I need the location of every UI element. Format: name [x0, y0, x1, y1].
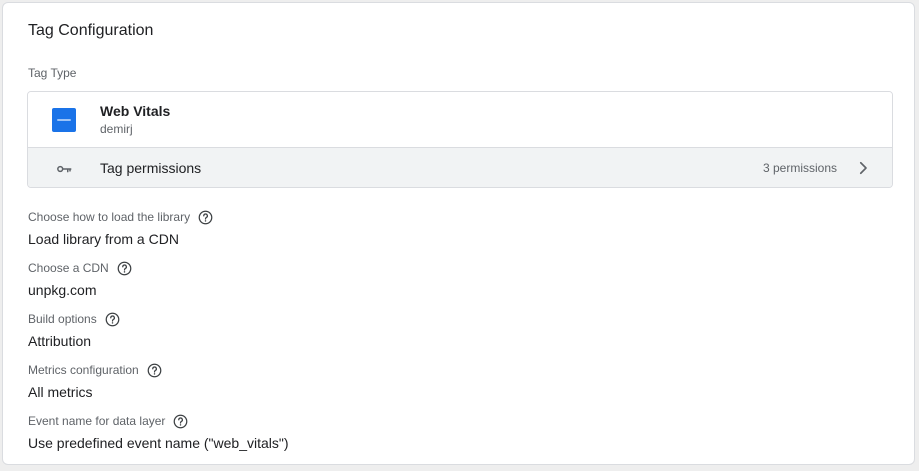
field-label: Build options	[28, 312, 97, 326]
help-icon[interactable]	[198, 210, 213, 225]
key-icon	[57, 165, 72, 173]
help-icon[interactable]	[173, 414, 188, 429]
template-name: Web Vitals	[100, 103, 171, 119]
template-author: demirj	[100, 122, 133, 136]
help-icon[interactable]	[105, 312, 120, 327]
tag-type-box: Web Vitals demirj Tag permissions 3 perm…	[27, 91, 893, 188]
field-value[interactable]: All metrics	[28, 383, 162, 401]
card-title: Tag Configuration	[28, 22, 154, 39]
field-label: Choose how to load the library	[28, 210, 191, 224]
field-value[interactable]: unpkg.com	[28, 281, 132, 299]
field-event-name: Event name for data layer Use predefined…	[28, 413, 289, 452]
tag-permissions-row[interactable]: Tag permissions 3 permissions	[28, 147, 892, 187]
field-value[interactable]: Attribution	[28, 332, 120, 350]
template-logo-icon	[52, 108, 76, 132]
tag-type-label: Tag Type	[28, 66, 77, 80]
field-build-options: Build options Attribution	[28, 311, 120, 350]
tag-type-row[interactable]: Web Vitals demirj	[28, 92, 892, 147]
chevron-right-icon[interactable]	[854, 159, 872, 177]
field-choose-cdn: Choose a CDN unpkg.com	[28, 260, 132, 299]
field-label: Metrics configuration	[28, 363, 139, 377]
field-label: Choose a CDN	[28, 261, 109, 275]
tag-permissions-label: Tag permissions	[100, 160, 202, 176]
help-icon[interactable]	[147, 363, 162, 378]
tag-configuration-card: Tag Configuration Tag Type Web Vitals de…	[2, 2, 915, 465]
field-value[interactable]: Load library from a CDN	[28, 230, 213, 248]
field-load-library: Choose how to load the library Load libr…	[28, 209, 213, 248]
field-value[interactable]: Use predefined event name ("web_vitals")	[28, 434, 289, 452]
help-icon[interactable]	[117, 261, 132, 276]
field-label: Event name for data layer	[28, 414, 166, 428]
tag-permissions-count: 3 permissions	[762, 161, 837, 175]
field-metrics-configuration: Metrics configuration All metrics	[28, 362, 162, 401]
